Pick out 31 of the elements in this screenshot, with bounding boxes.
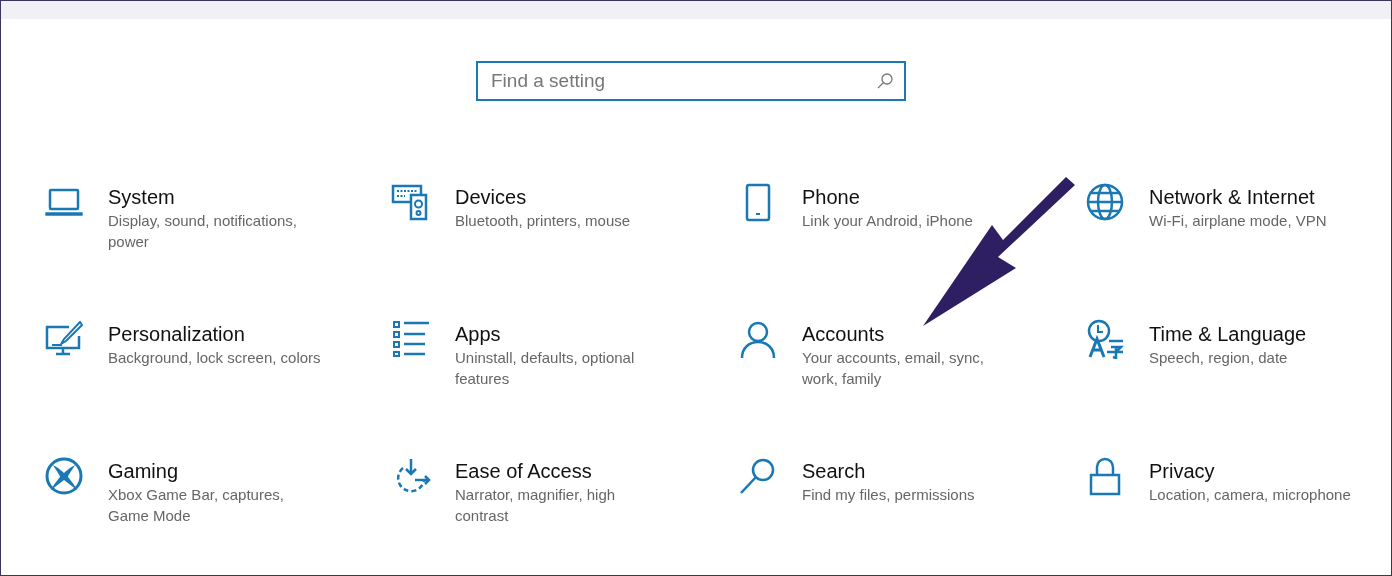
category-title[interactable]: System [108, 184, 175, 210]
xbox-icon [44, 456, 84, 496]
person-icon [738, 319, 778, 359]
category-title[interactable]: Privacy [1149, 458, 1215, 484]
category-description: Wi-Fi, airplane mode, VPN [1149, 211, 1327, 231]
category-description: Bluetooth, printers, mouse [455, 211, 631, 231]
category-description: Background, lock screen, colors [108, 348, 321, 368]
search-field[interactable]: Find a setting [476, 61, 906, 101]
category-description: Speech, region, date [1149, 348, 1288, 368]
category-title[interactable]: Devices [455, 184, 527, 210]
category-title[interactable]: Personalization [108, 321, 245, 347]
category-title[interactable]: Apps [455, 321, 501, 347]
category-description: Display, sound, notifications, power [108, 211, 298, 252]
category-title[interactable]: Time & Language [1149, 321, 1307, 347]
category-description: Narrator, magnifier, high contrast [455, 485, 617, 526]
category-description: Uninstall, defaults, optional features [455, 348, 636, 389]
category-title[interactable]: Gaming [108, 458, 179, 484]
category-title[interactable]: Ease of Access [455, 458, 592, 484]
category-description: Link your Android, iPhone [802, 211, 973, 231]
search-icon [876, 72, 894, 90]
category-description: Your accounts, email, sync, work, family [802, 348, 986, 389]
list-icon [391, 319, 431, 359]
category-description: Find my files, permissions [802, 485, 975, 505]
category-title[interactable]: Search [802, 458, 866, 484]
category-title[interactable]: Phone [802, 184, 860, 210]
category-description: Xbox Game Bar, captures, Game Mode [108, 485, 285, 526]
category-title[interactable]: Accounts [802, 321, 885, 347]
globe-icon [1085, 182, 1125, 222]
category-title[interactable]: Network & Internet [1149, 184, 1315, 210]
clock-language-icon [1085, 319, 1125, 359]
category-description: Location, camera, microphone [1149, 485, 1351, 505]
